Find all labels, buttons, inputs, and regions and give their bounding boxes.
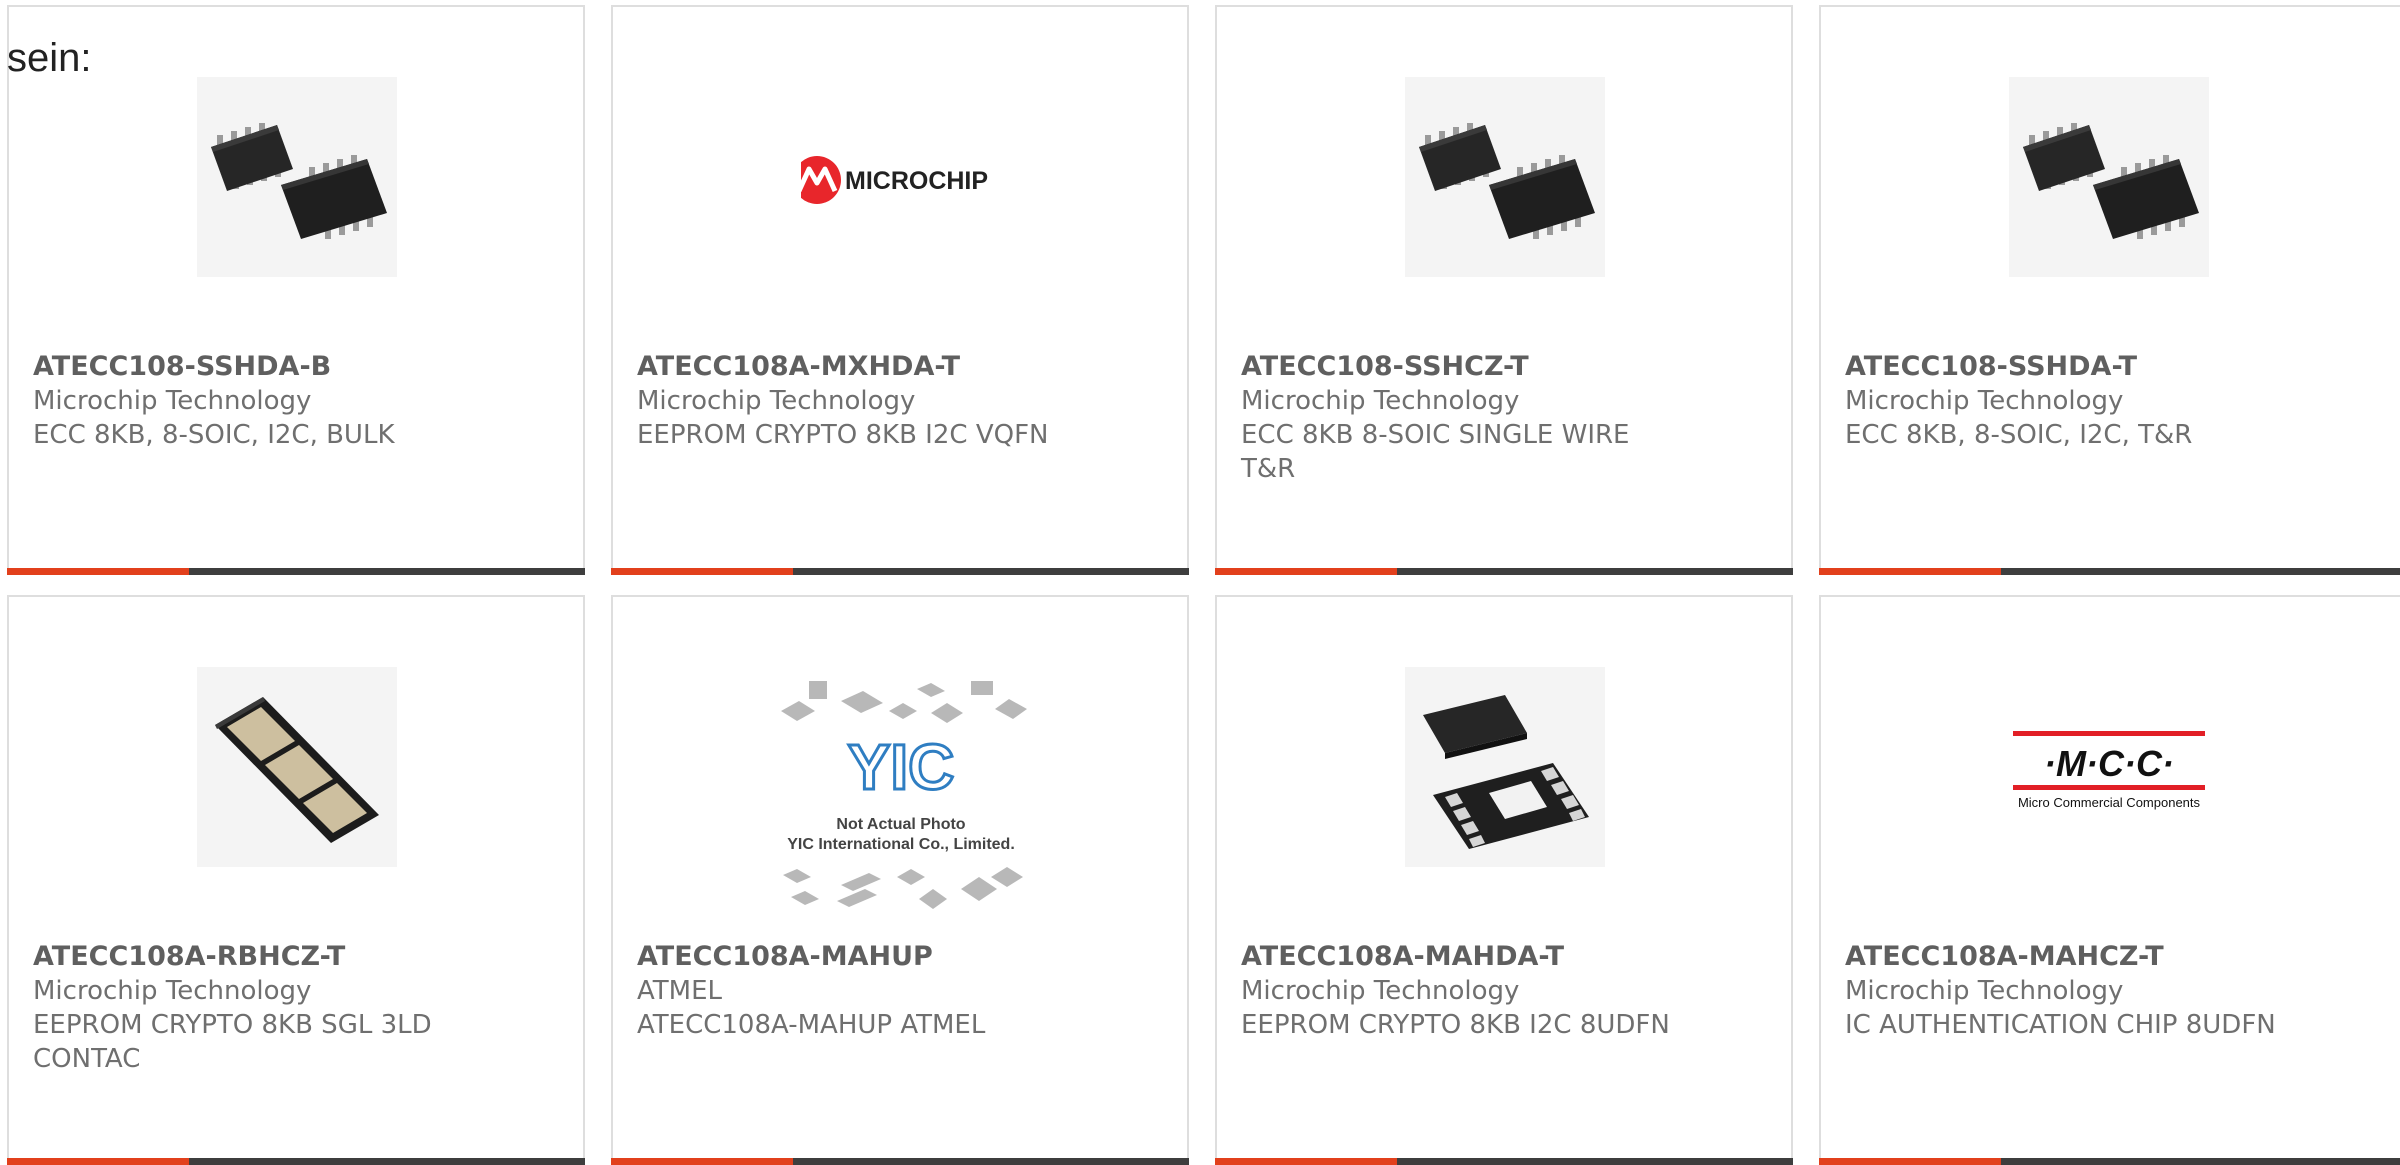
manufacturer: Microchip Technology [33, 976, 312, 1006]
card-bottom-bar [611, 568, 1189, 575]
product-card[interactable]: ATECC108-SSHCZ-T Microchip Technology EC… [1215, 5, 1793, 575]
card-accent-bar [1215, 1158, 1397, 1165]
part-number[interactable]: ATECC108A-MAHCZ-T [1845, 940, 2383, 974]
yic-logo-text: YIC [848, 731, 955, 803]
mcc-logo-subtext: Micro Commercial Components [2018, 795, 2201, 810]
manufacturer: Microchip Technology [1241, 386, 1520, 416]
not-actual-photo-caption: Not Actual Photo [836, 816, 965, 833]
product-card[interactable]: ·M·C·C· Micro Commercial Components ATEC… [1819, 595, 2400, 1165]
description: ECC 8KB 8-SOIC SINGLE WIRE T&R [1241, 420, 1630, 484]
manufacturer: Microchip Technology [1241, 976, 1520, 1006]
yic-company-caption: YIC International Co., Limited. [787, 836, 1015, 853]
mcc-logo-text: ·M·C·C· [2044, 743, 2174, 784]
soic-chip-image[interactable] [197, 77, 397, 277]
udfn-chip-image[interactable] [1405, 667, 1605, 867]
card-bottom-bar [7, 568, 585, 575]
card-accent-bar [611, 1158, 793, 1165]
manufacturer: Microchip Technology [1845, 386, 2124, 416]
microchip-logo-text: MICROCHIP [845, 167, 988, 195]
manufacturer: Microchip Technology [637, 386, 916, 416]
manufacturer: Microchip Technology [1845, 976, 2124, 1006]
card-bottom-bar [1819, 1158, 2400, 1165]
card-bottom-bar [1819, 568, 2400, 575]
not-actual-photo-image[interactable]: YIC Not Actual Photo YIC International C… [771, 679, 1031, 919]
part-number[interactable]: ATECC108A-MXHDA-T [637, 350, 1163, 384]
part-number[interactable]: ATECC108-SSHCZ-T [1241, 350, 1767, 384]
soic-chip-image[interactable] [1405, 77, 1605, 277]
description: IC AUTHENTICATION CHIP 8UDFN [1845, 1010, 2276, 1040]
card-bottom-bar [1215, 1158, 1793, 1165]
card-accent-bar [7, 568, 189, 575]
card-bottom-bar [7, 1158, 585, 1165]
card-accent-bar [7, 1158, 189, 1165]
soic-chip-image[interactable] [2009, 77, 2209, 277]
card-bottom-bar [1215, 568, 1793, 575]
card-accent-bar [1819, 568, 2001, 575]
description: EEPROM CRYPTO 8KB I2C VQFN [637, 420, 1049, 450]
manufacturer: Microchip Technology [33, 386, 312, 416]
contact-module-image[interactable] [197, 667, 397, 867]
mcc-logo-image[interactable]: ·M·C·C· Micro Commercial Components [2009, 667, 2209, 867]
part-number[interactable]: ATECC108-SSHDA-B [33, 350, 559, 384]
description: EEPROM CRYPTO 8KB SGL 3LD CONTAC [33, 1010, 432, 1074]
part-number[interactable]: ATECC108A-MAHDA-T [1241, 940, 1767, 974]
product-card[interactable]: ATECC108A-MAHDA-T Microchip Technology E… [1215, 595, 1793, 1165]
card-accent-bar [1215, 568, 1397, 575]
product-card[interactable]: MICROCHIP ATECC108A-MXHDA-T Microchip Te… [611, 5, 1189, 575]
description: ATECC108A-MAHUP ATMEL [637, 1010, 986, 1040]
description: EEPROM CRYPTO 8KB I2C 8UDFN [1241, 1010, 1670, 1040]
card-accent-bar [1819, 1158, 2001, 1165]
manufacturer: ATMEL [637, 976, 722, 1006]
part-number[interactable]: ATECC108A-MAHUP [637, 940, 1163, 974]
product-card[interactable]: ATECC108A-RBHCZ-T Microchip Technology E… [7, 595, 585, 1165]
microchip-logo-image[interactable]: MICROCHIP [801, 77, 1001, 277]
intro-text: sein: [7, 36, 92, 80]
card-accent-bar [611, 568, 793, 575]
description: ECC 8KB, 8-SOIC, I2C, BULK [33, 420, 395, 450]
part-number[interactable]: ATECC108-SSHDA-T [1845, 350, 2383, 384]
card-bottom-bar [611, 1158, 1189, 1165]
part-number[interactable]: ATECC108A-RBHCZ-T [33, 940, 559, 974]
product-card[interactable]: ATECC108-SSHDA-T Microchip Technology EC… [1819, 5, 2400, 575]
description: ECC 8KB, 8-SOIC, I2C, T&R [1845, 420, 2193, 450]
product-card[interactable]: ATECC108-SSHDA-B Microchip Technology EC… [7, 5, 585, 575]
product-card[interactable]: YIC Not Actual Photo YIC International C… [611, 595, 1189, 1165]
